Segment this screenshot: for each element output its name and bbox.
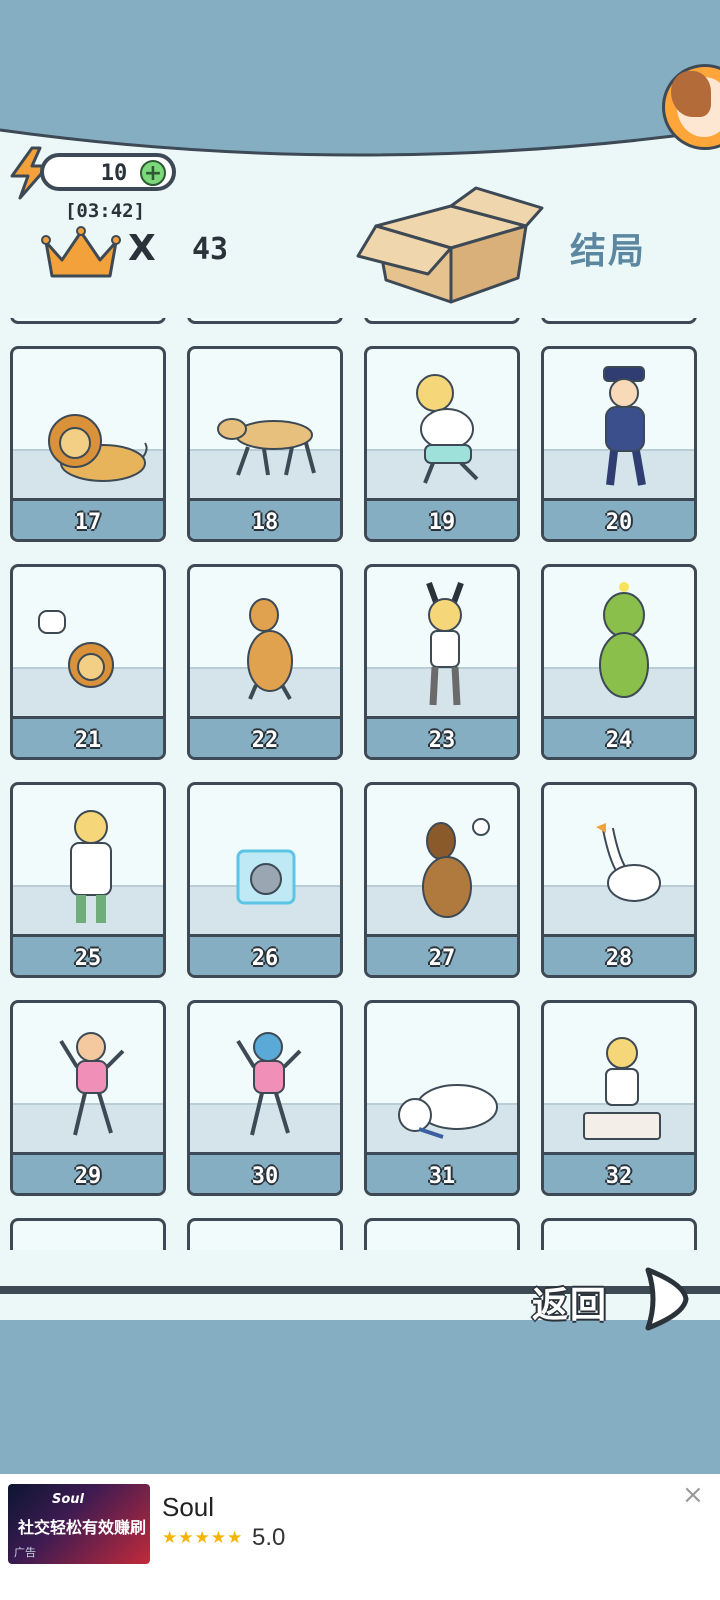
ad-close-button[interactable]: × [682, 1480, 704, 1510]
card-number: 25 [74, 946, 102, 971]
energy-meter: 10 + [40, 153, 176, 191]
boy-crying-illustration [416, 374, 479, 484]
dog-walking-illustration [217, 418, 316, 476]
green-costume-illustration [599, 582, 649, 698]
back-button-label[interactable]: 返回 [532, 1276, 608, 1328]
ending-card-partial[interactable] [541, 1218, 697, 1250]
girl-blue-hair-illustration [236, 1032, 302, 1136]
crown-count: 43 [192, 232, 229, 267]
ad-star-rating-icon: ★★★★★ [162, 1528, 244, 1548]
ad-tag: 广告 [14, 1546, 36, 1559]
card-number: 26 [251, 946, 279, 971]
card-number: 29 [74, 1164, 102, 1189]
card-number: 23 [428, 728, 456, 753]
ending-card[interactable]: 27 [364, 782, 520, 978]
doctor-illustration [70, 810, 112, 923]
ending-card[interactable]: 31 [364, 1000, 520, 1196]
ending-card-partial[interactable] [187, 1218, 343, 1250]
ending-card[interactable]: 17 [10, 346, 166, 542]
card-number: 31 [428, 1164, 456, 1189]
ending-card[interactable]: 22 [187, 564, 343, 760]
card-number: 28 [605, 946, 633, 971]
crown-icon [41, 226, 121, 278]
card-number: 21 [74, 728, 102, 753]
ending-card[interactable]: 19 [364, 346, 520, 542]
add-energy-button[interactable]: + [140, 160, 166, 186]
polar-bear-illustration [398, 1084, 498, 1139]
ending-card-partial[interactable] [10, 318, 166, 324]
cat-ice-cube-illustration [236, 849, 296, 905]
ad-banner[interactable]: Soul 社交轻松有效赚刷 广告 Soul ★★★★★ 5.0 × [0, 1474, 720, 1600]
police-officer-illustration [603, 366, 646, 486]
cardboard-box-icon [356, 186, 544, 304]
back-arrow-icon[interactable] [640, 1264, 692, 1334]
small-lion-illustration [38, 610, 114, 688]
bottom-divider [0, 1286, 720, 1294]
boy-in-box-illustration [583, 1037, 661, 1140]
ending-card-partial[interactable] [187, 318, 343, 324]
energy-value: 10 [100, 161, 128, 186]
energy-timer: [03:42] [64, 200, 146, 222]
ending-card[interactable]: 24 [541, 564, 697, 760]
ending-card-partial[interactable] [10, 1218, 166, 1250]
ending-card[interactable]: 18 [187, 346, 343, 542]
ending-card[interactable]: 20 [541, 346, 697, 542]
ending-card[interactable]: 23 [364, 564, 520, 760]
ad-thumbnail[interactable]: Soul 社交轻松有效赚刷 广告 [8, 1484, 150, 1564]
ending-title: 结局 [570, 231, 647, 272]
card-number: 20 [605, 510, 633, 535]
ending-card[interactable]: 26 [187, 782, 343, 978]
ending-card-partial[interactable] [541, 318, 697, 324]
ending-card[interactable]: 32 [541, 1000, 697, 1196]
panel-top-edge [0, 0, 720, 157]
ad-app-name[interactable]: Soul [162, 1492, 214, 1523]
ad-thumb-tagline: 社交轻松有效赚刷 [18, 1518, 147, 1537]
ending-card[interactable]: 30 [187, 1000, 343, 1196]
ending-card[interactable]: 25 [10, 782, 166, 978]
ending-card-partial[interactable] [364, 318, 520, 324]
ending-card[interactable]: 28 [541, 782, 697, 978]
girl-dancing-illustration [59, 1032, 125, 1136]
ad-rating-value: 5.0 [252, 1524, 286, 1551]
ad-thumb-title: Soul [52, 1492, 85, 1507]
bunny-costume-illustration [426, 581, 464, 706]
card-number: 22 [251, 728, 279, 753]
lion-illustration [48, 414, 148, 482]
card-number: 17 [74, 510, 102, 535]
ending-card-partial[interactable] [364, 1218, 520, 1250]
crown-multiplier: X [128, 228, 156, 269]
card-number: 32 [605, 1164, 633, 1189]
ending-card[interactable]: 29 [10, 1000, 166, 1196]
card-number: 18 [251, 510, 279, 535]
card-number: 27 [428, 946, 456, 971]
card-number: 30 [251, 1164, 279, 1189]
card-number: 19 [428, 510, 456, 535]
goose-illustration [596, 823, 661, 902]
golden-retriever-illustration [247, 598, 293, 700]
ending-card-grid: 17 18 19 20 21 22 23 24 25 26 27 28 29 3… [0, 318, 720, 1250]
ending-card[interactable]: 21 [10, 564, 166, 760]
german-shepherd-illustration [422, 818, 490, 918]
card-number: 24 [605, 728, 633, 753]
